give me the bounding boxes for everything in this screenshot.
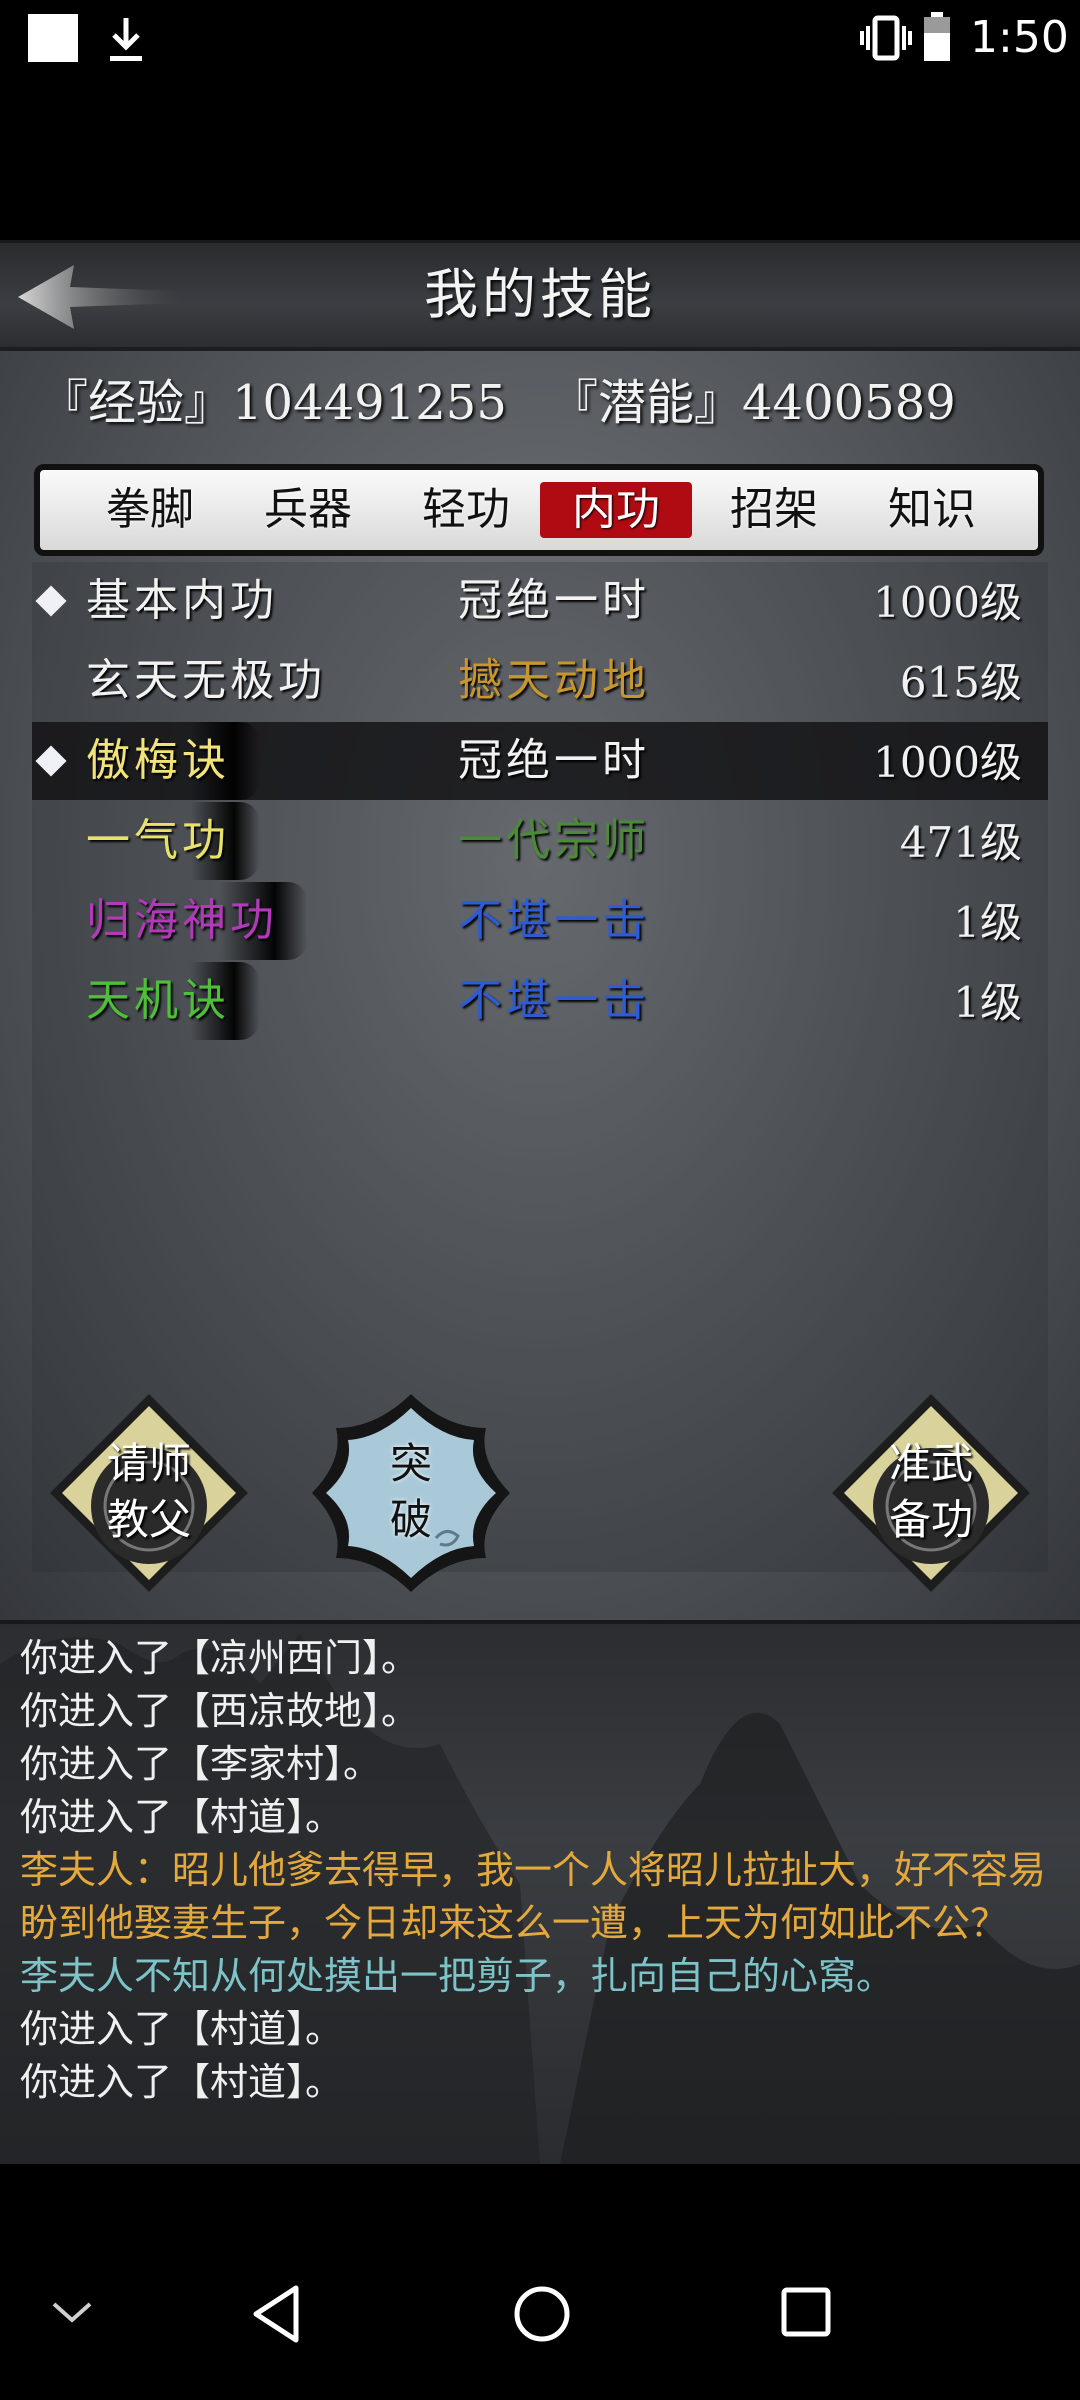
skill-level: 471级 (899, 818, 1022, 867)
skill-row-selected[interactable]: 傲梅诀 冠绝一时 1000级 (32, 722, 1048, 800)
tab-fist[interactable]: 拳脚 (74, 482, 226, 538)
log-line: 你进入了【村道】。 (20, 2060, 344, 2104)
download-icon (110, 18, 142, 61)
notification-square-icon (28, 14, 78, 62)
recents-square-icon[interactable] (778, 2284, 834, 2340)
skill-name: 一气功 (86, 802, 260, 880)
back-arrow-icon[interactable] (14, 261, 184, 333)
log-line: 你进入了【凉州西门】。 (20, 1636, 420, 1680)
skill-rank: 不堪一击 (458, 895, 650, 946)
chevron-down-icon[interactable] (48, 2296, 96, 2328)
log-line: 你进入了【西凉故地】。 (20, 1689, 420, 1733)
skill-rank: 冠绝一时 (458, 735, 650, 786)
skill-level: 1000级 (873, 738, 1022, 787)
skill-row[interactable]: 玄天无极功 撼天动地 615级 (32, 642, 1048, 720)
skill-name: 天机诀 (86, 962, 260, 1040)
navigation-bar (0, 2200, 1080, 2400)
skill-row[interactable]: 基本内功 冠绝一时 1000级 (32, 562, 1048, 640)
experience-stat: 『经验』104491255 (40, 375, 507, 431)
marked-diamond-icon (35, 585, 67, 617)
prepare-martial-label: 准武 备功 (888, 1439, 973, 1544)
tab-inner-power[interactable]: 内功 (540, 482, 692, 538)
tab-weapons[interactable]: 兵器 (232, 482, 384, 538)
back-triangle-icon[interactable] (248, 2282, 304, 2346)
tab-lightness[interactable]: 轻功 (390, 482, 542, 538)
log-lines: 你进入了【凉州西门】。 你进入了【西凉故地】。 你进入了【李家村】。 你进入了【… (20, 1632, 1060, 2109)
skill-level: 1000级 (873, 578, 1022, 627)
skill-row[interactable]: 一气功 一代宗师 471级 (32, 802, 1048, 880)
prepare-martial-button[interactable]: 准武 备功 (826, 1388, 1036, 1598)
log-line: 你进入了【李家村】。 (20, 1742, 382, 1786)
skill-row[interactable]: 归海神功 不堪一击 1级 (32, 882, 1048, 960)
skill-level: 615级 (899, 658, 1022, 707)
title-bar: 我的技能 (0, 240, 1080, 351)
skill-name: 玄天无极功 (86, 655, 326, 706)
log-line: 你进入了【村道】。 (20, 2007, 344, 2051)
log-line: 李夫人不知从何处摸出一把剪子，扎向自己的心窝。 (20, 1954, 895, 1998)
status-bar: 1:50 (0, 0, 1080, 80)
marked-diamond-icon (35, 745, 67, 777)
request-teacher-button[interactable]: 请师 教父 (44, 1388, 254, 1598)
battery-icon (924, 12, 950, 61)
potential-stat: 『潜能』4400589 (550, 375, 956, 431)
tab-knowledge[interactable]: 知识 (856, 482, 1008, 538)
skill-category-tabs: 拳脚 兵器 轻功 内功 招架 知识 (34, 464, 1044, 556)
skill-level: 1级 (953, 978, 1022, 1027)
screen: 1:50 我的技能 『经验』104491255 『潜能』4400589 拳脚 兵… (0, 0, 1080, 2400)
tab-parry[interactable]: 招架 (698, 482, 850, 538)
clock: 1:50 (970, 12, 1069, 63)
message-log[interactable]: 你进入了【凉州西门】。 你进入了【西凉故地】。 你进入了【李家村】。 你进入了【… (0, 1620, 1080, 2164)
skill-rank: 冠绝一时 (458, 575, 650, 626)
home-circle-icon[interactable] (510, 2282, 574, 2346)
skill-rank: 不堪一击 (458, 975, 650, 1026)
skill-name: 傲梅诀 (86, 722, 260, 800)
skill-rank: 撼天动地 (458, 655, 650, 706)
request-teacher-label: 请师 教父 (106, 1439, 191, 1544)
vibrate-icon (860, 15, 912, 61)
log-line: 你进入了【村道】。 (20, 1795, 344, 1839)
breakthrough-button[interactable]: 突 破 (306, 1388, 516, 1598)
skill-name: 归海神功 (86, 882, 308, 960)
skill-level: 1级 (953, 898, 1022, 947)
breakthrough-label: 突 破 (389, 1439, 432, 1544)
skill-name: 基本内功 (86, 575, 278, 626)
log-line: 李夫人：昭儿他爹去得早，我一个人将昭儿拉扯大，好不容易盼到他娶妻生子，今日却来这… (20, 1848, 1047, 1945)
skill-rank: 一代宗师 (458, 815, 650, 866)
skill-row[interactable]: 天机诀 不堪一击 1级 (32, 962, 1048, 1040)
